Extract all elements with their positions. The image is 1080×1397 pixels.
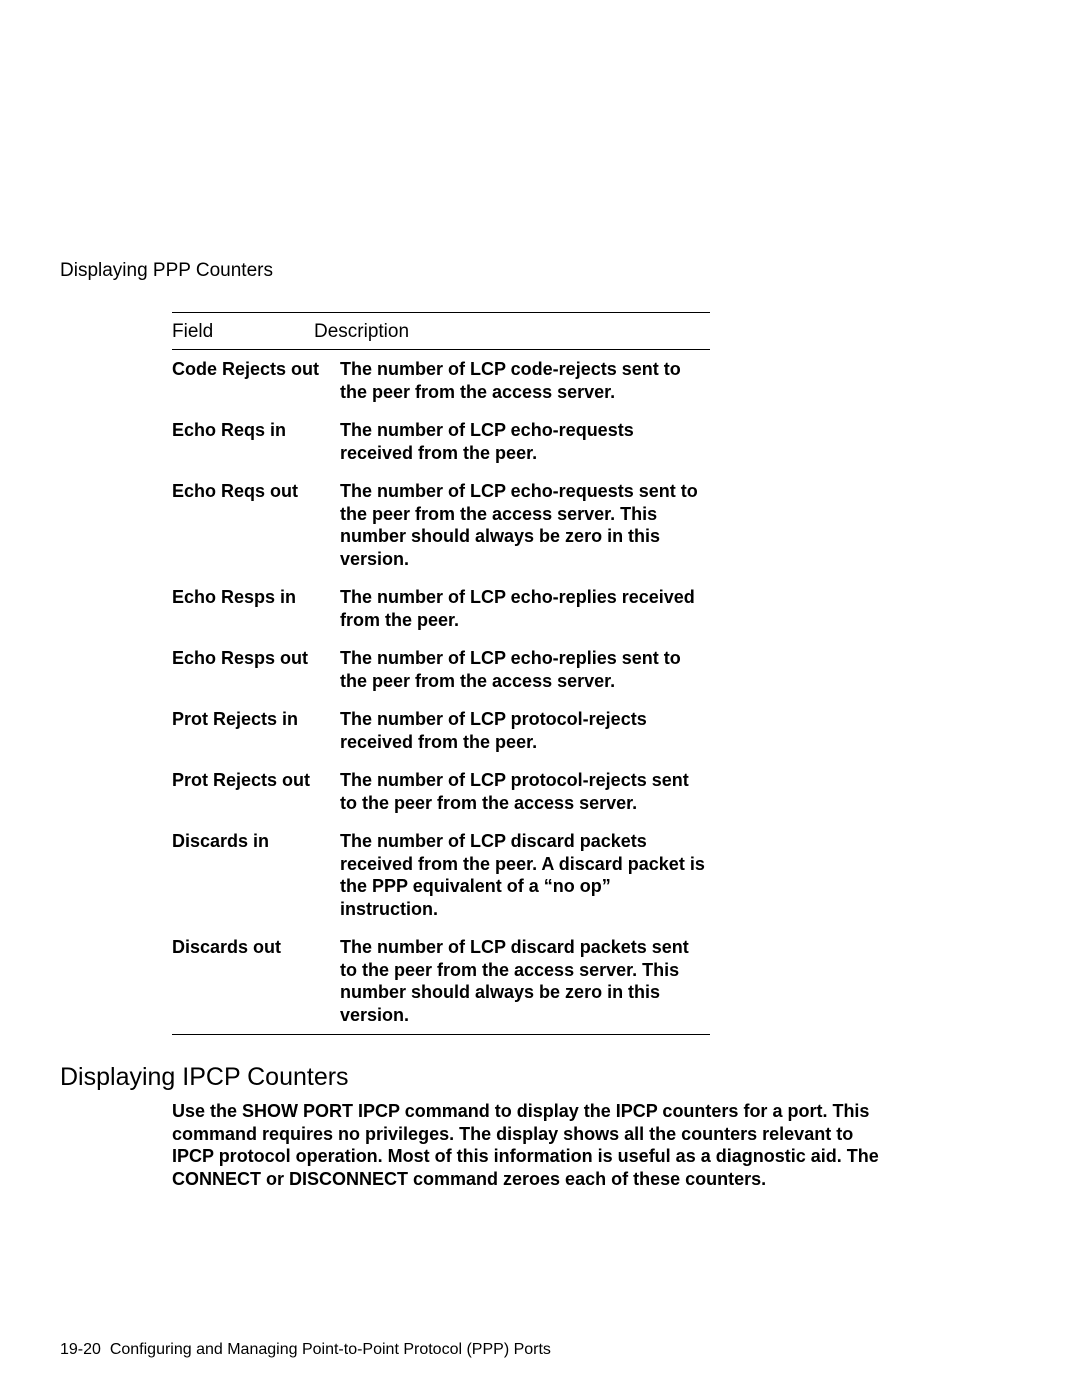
field-label: Echo Reqs in [172, 419, 340, 442]
field-label: Discards in [172, 830, 340, 853]
table-row: Discards in The number of LCP discard pa… [172, 822, 710, 928]
page-header: Displaying PPP Counters [60, 260, 980, 282]
table-row: Echo Resps in The number of LCP echo-rep… [172, 578, 710, 639]
field-label: Prot Rejects in [172, 708, 340, 731]
counters-table: Field Description Code Rejects out The n… [172, 312, 710, 1035]
section-heading-ipcp: Displaying IPCP Counters [60, 1063, 980, 1092]
table-row: Prot Rejects in The number of LCP protoc… [172, 700, 710, 761]
table-row: Echo Reqs in The number of LCP echo-requ… [172, 411, 710, 472]
field-label: Discards out [172, 936, 340, 959]
field-description: The number of LCP discard packets sent t… [340, 936, 710, 1026]
field-description: The number of LCP echo-requests sent to … [340, 480, 710, 570]
table-row: Code Rejects out The number of LCP code-… [172, 350, 710, 411]
table-header-description: Description [314, 321, 710, 343]
table-row: Echo Resps out The number of LCP echo-re… [172, 639, 710, 700]
table-header-field: Field [172, 321, 314, 343]
field-description: The number of LCP protocol-rejects sent … [340, 769, 710, 814]
ipcp-paragraph: Use the SHOW PORT IPCP command to displa… [172, 1100, 892, 1190]
page: Displaying PPP Counters Field Descriptio… [0, 0, 1080, 1397]
table-row: Echo Reqs out The number of LCP echo-req… [172, 472, 710, 578]
page-footer: 19-20 Configuring and Managing Point-to-… [60, 1341, 551, 1359]
field-description: The number of LCP protocol-rejects recei… [340, 708, 710, 753]
field-label: Echo Resps out [172, 647, 340, 670]
field-label: Code Rejects out [172, 358, 340, 381]
field-label: Echo Resps in [172, 586, 340, 609]
table-row: Discards out The number of LCP discard p… [172, 928, 710, 1034]
field-label: Echo Reqs out [172, 480, 340, 503]
field-description: The number of LCP echo-replies received … [340, 586, 710, 631]
field-description: The number of LCP echo-replies sent to t… [340, 647, 710, 692]
table-bottom-rule [172, 1034, 710, 1035]
table-header-row: Field Description [172, 313, 710, 349]
field-description: The number of LCP code-rejects sent to t… [340, 358, 710, 403]
table-row: Prot Rejects out The number of LCP proto… [172, 761, 710, 822]
field-description: The number of LCP discard packets receiv… [340, 830, 710, 920]
field-label: Prot Rejects out [172, 769, 340, 792]
field-description: The number of LCP echo-requests received… [340, 419, 710, 464]
